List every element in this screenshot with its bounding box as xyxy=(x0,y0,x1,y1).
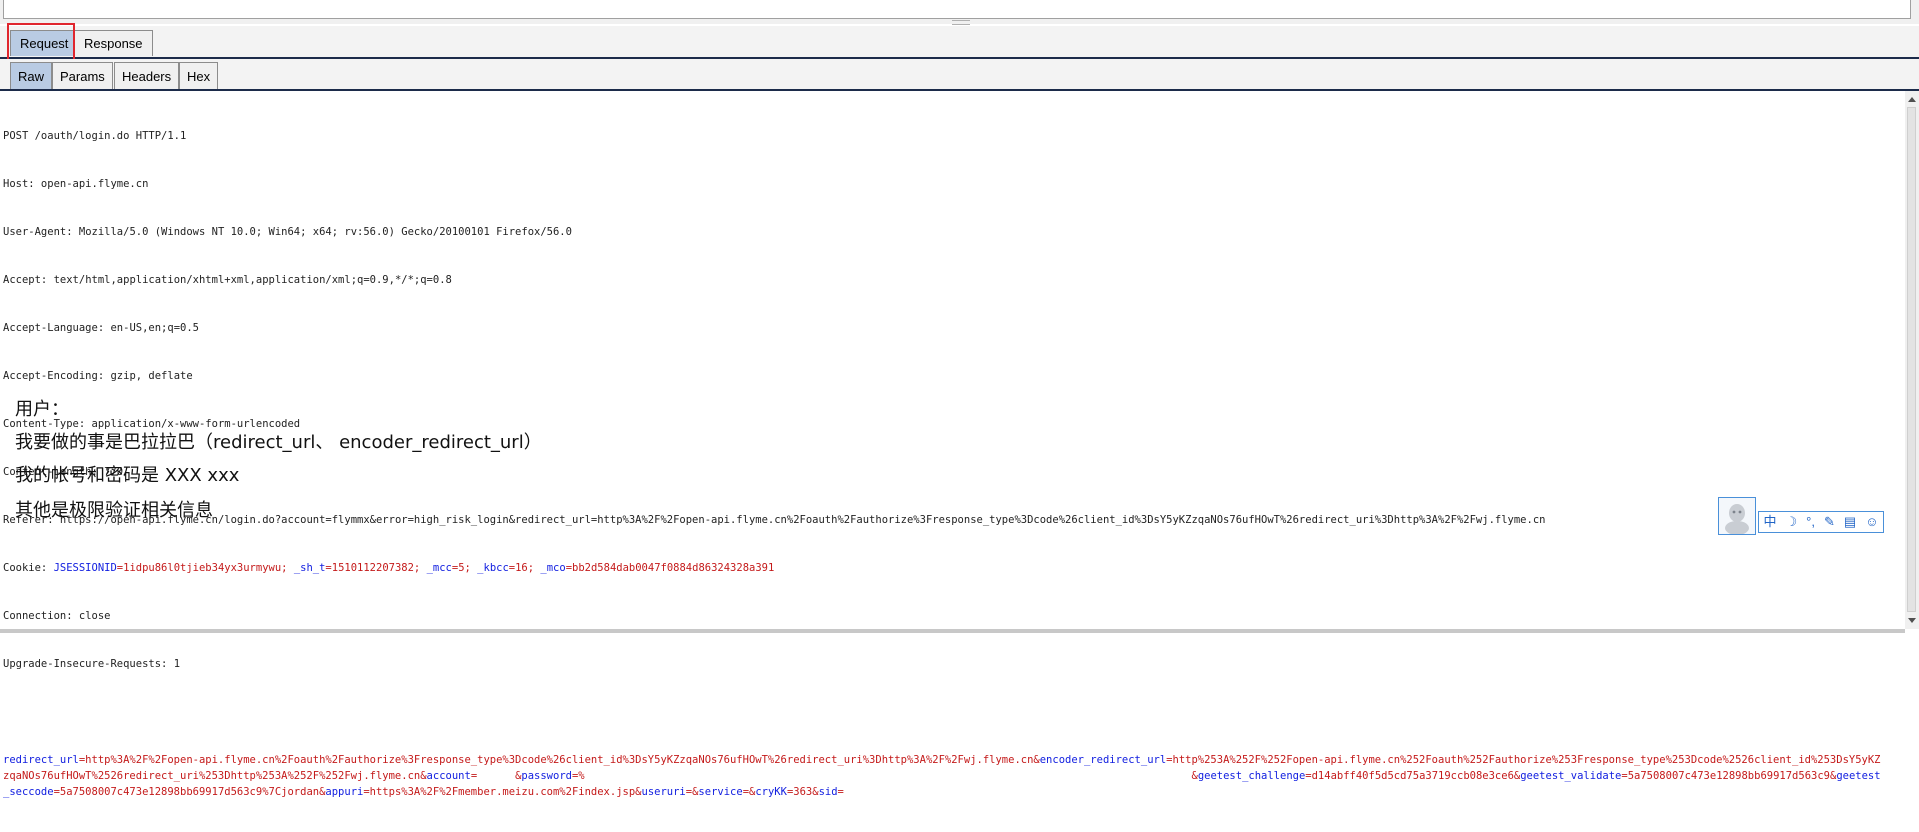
scroll-thumb[interactable] xyxy=(1907,107,1916,612)
horizontal-scrollbar[interactable] xyxy=(0,629,1905,633)
scroll-down-icon[interactable] xyxy=(1908,618,1916,623)
scroll-up-icon[interactable] xyxy=(1908,97,1916,102)
note-credentials: 我的帐号和密码是 XXX xxx xyxy=(15,465,240,486)
message-tabs: Request Response xyxy=(0,26,1919,59)
header-cookie: Cookie: JSESSIONID=1idpu86l0tjieb34yx3ur… xyxy=(3,562,775,574)
note-other: 其他是极限验证相关信息 xyxy=(15,500,213,521)
punctuation-icon[interactable]: °, xyxy=(1806,513,1815,531)
wrench-icon[interactable]: ✎ xyxy=(1824,513,1835,531)
top-panel xyxy=(0,0,1919,25)
header-accept-language: Accept-Language: en-US,en;q=0.5 xyxy=(3,322,199,334)
header-host: Host: open-api.flyme.cn xyxy=(3,178,149,190)
tab-raw[interactable]: Raw xyxy=(10,62,53,89)
note-goal: 我要做的事是巴拉拉巴（redirect_url、 encoder_redirec… xyxy=(15,432,542,453)
header-content-length: Content-Length: 770 xyxy=(3,466,124,478)
request-body: redirect_url=http%3A%2F%2Fopen-api.flyme… xyxy=(3,754,1881,798)
smiley-icon[interactable]: ☺ xyxy=(1865,513,1878,531)
clipboard-icon[interactable]: ▤ xyxy=(1844,513,1856,531)
ime-bar: 中 ☽ °, ✎ ▤ ☺ xyxy=(1758,511,1884,533)
request-line: POST /oauth/login.do HTTP/1.1 xyxy=(3,130,187,142)
ime-chinese-mode-icon[interactable]: 中 xyxy=(1764,513,1777,531)
moon-icon[interactable]: ☽ xyxy=(1786,513,1798,531)
splitter-grip[interactable] xyxy=(952,20,970,25)
tab-params[interactable]: Params xyxy=(52,62,113,89)
header-user-agent: User-Agent: Mozilla/5.0 (Windows NT 10.0… xyxy=(3,226,572,238)
request-text: POST /oauth/login.do HTTP/1.1 Host: open… xyxy=(3,96,1883,832)
view-tabs: Raw Params Headers Hex xyxy=(0,59,1919,91)
header-connection: Connection: close xyxy=(3,610,111,622)
tab-hex[interactable]: Hex xyxy=(179,62,219,89)
avatar[interactable] xyxy=(1718,497,1756,535)
tab-response[interactable]: Response xyxy=(74,30,153,56)
header-accept-encoding: Accept-Encoding: gzip, deflate xyxy=(3,370,193,382)
tab-headers[interactable]: Headers xyxy=(114,62,180,89)
user-avatar-icon xyxy=(1725,504,1749,535)
header-accept: Accept: text/html,application/xhtml+xml,… xyxy=(3,274,452,286)
header-upgrade-insecure: Upgrade-Insecure-Requests: 1 xyxy=(3,658,181,670)
raw-request-editor[interactable]: POST /oauth/login.do HTTP/1.1 Host: open… xyxy=(0,91,1906,798)
vertical-scrollbar[interactable] xyxy=(1905,91,1919,629)
upper-pane xyxy=(3,0,1911,19)
ime-toolbar[interactable]: 中 ☽ °, ✎ ▤ ☺ xyxy=(1718,497,1884,535)
tab-request[interactable]: Request xyxy=(10,30,79,56)
header-referer: Referer: https://open-api.flyme.cn/login… xyxy=(3,514,1546,526)
note-user: 用户： xyxy=(15,399,69,420)
